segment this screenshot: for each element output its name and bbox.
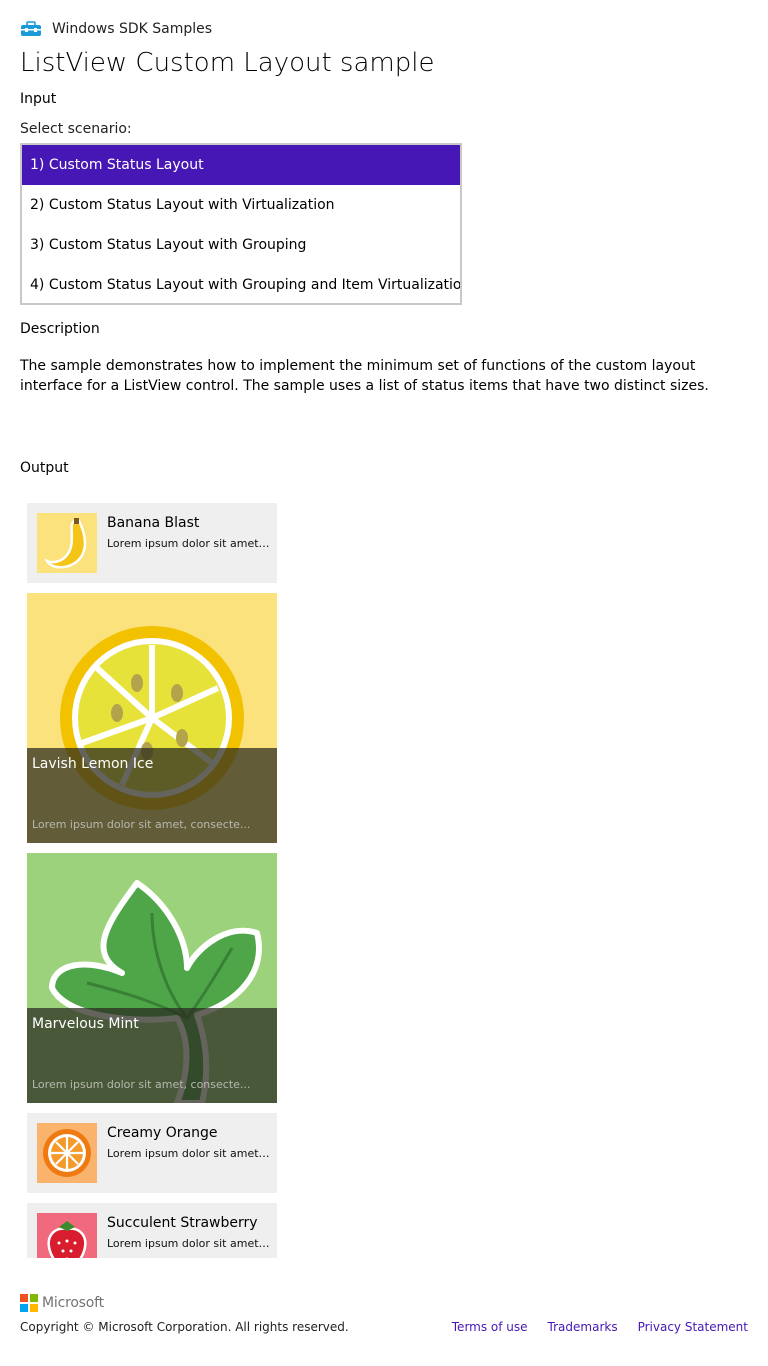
description-text: The sample demonstrates how to implement… xyxy=(20,358,709,394)
item-subtitle: Lorem ipsum dolor sit amet, consecte... xyxy=(32,818,251,831)
item-subtitle: Lorem ipsum dolor sit amet, consecte... xyxy=(32,1078,251,1091)
microsoft-logo: Microsoft xyxy=(20,1294,104,1312)
list-item[interactable]: Succulent Strawberry Lorem ipsum dolor s… xyxy=(27,1203,277,1258)
strawberry-icon xyxy=(37,1213,97,1258)
privacy-statement-link[interactable]: Privacy Statement xyxy=(638,1320,748,1334)
microsoft-wordmark: Microsoft xyxy=(42,1295,104,1311)
copyright-text: Copyright © Microsoft Corporation. All r… xyxy=(20,1320,349,1334)
select-scenario-label: Select scenario: xyxy=(20,121,132,137)
trademarks-link[interactable]: Trademarks xyxy=(548,1320,618,1334)
scenario-listbox[interactable]: 1) Custom Status Layout 2) Custom Status… xyxy=(20,143,462,305)
item-caption-overlay: Marvelous Mint Lorem ipsum dolor sit ame… xyxy=(27,1008,277,1103)
item-title: Marvelous Mint xyxy=(32,1016,139,1032)
page-title: ListView Custom Layout sample xyxy=(20,48,435,78)
list-item[interactable]: Marvelous Mint Lorem ipsum dolor sit ame… xyxy=(27,853,277,1103)
input-heading: Input xyxy=(20,91,57,107)
microsoft-logo-icon xyxy=(20,1294,38,1312)
terms-of-use-link[interactable]: Terms of use xyxy=(452,1320,528,1334)
scenario-item-2[interactable]: 2) Custom Status Layout with Virtualizat… xyxy=(22,185,460,225)
item-caption-overlay: Lavish Lemon Ice Lorem ipsum dolor sit a… xyxy=(27,748,277,843)
output-listview[interactable]: Banana Blast Lorem ipsum dolor sit amet,… xyxy=(20,495,290,1258)
list-item[interactable]: Banana Blast Lorem ipsum dolor sit amet,… xyxy=(27,503,277,583)
orange-icon xyxy=(37,1123,97,1183)
toolbox-icon xyxy=(21,21,41,36)
list-item[interactable]: Creamy Orange Lorem ipsum dolor sit amet… xyxy=(27,1113,277,1193)
list-item[interactable]: Lavish Lemon Ice Lorem ipsum dolor sit a… xyxy=(27,593,277,843)
footer-links: Terms of use Trademarks Privacy Statemen… xyxy=(452,1320,748,1334)
app-header: Windows SDK Samples xyxy=(20,18,212,40)
item-subtitle: Lorem ipsum dolor sit amet,... xyxy=(107,537,272,550)
app-name: Windows SDK Samples xyxy=(52,21,213,37)
banana-icon xyxy=(37,513,97,573)
item-subtitle: Lorem ipsum dolor sit amet,... xyxy=(107,1237,272,1250)
item-title: Succulent Strawberry xyxy=(107,1215,258,1231)
scenario-item-1[interactable]: 1) Custom Status Layout xyxy=(22,145,460,185)
scenario-item-3[interactable]: 3) Custom Status Layout with Grouping xyxy=(22,225,460,265)
item-title: Banana Blast xyxy=(107,515,200,531)
output-heading: Output xyxy=(20,460,69,476)
item-title: Lavish Lemon Ice xyxy=(32,756,154,772)
description-heading: Description xyxy=(20,321,100,337)
item-subtitle: Lorem ipsum dolor sit amet,... xyxy=(107,1147,272,1160)
scenario-item-4[interactable]: 4) Custom Status Layout with Grouping an… xyxy=(22,265,460,305)
item-title: Creamy Orange xyxy=(107,1125,218,1141)
